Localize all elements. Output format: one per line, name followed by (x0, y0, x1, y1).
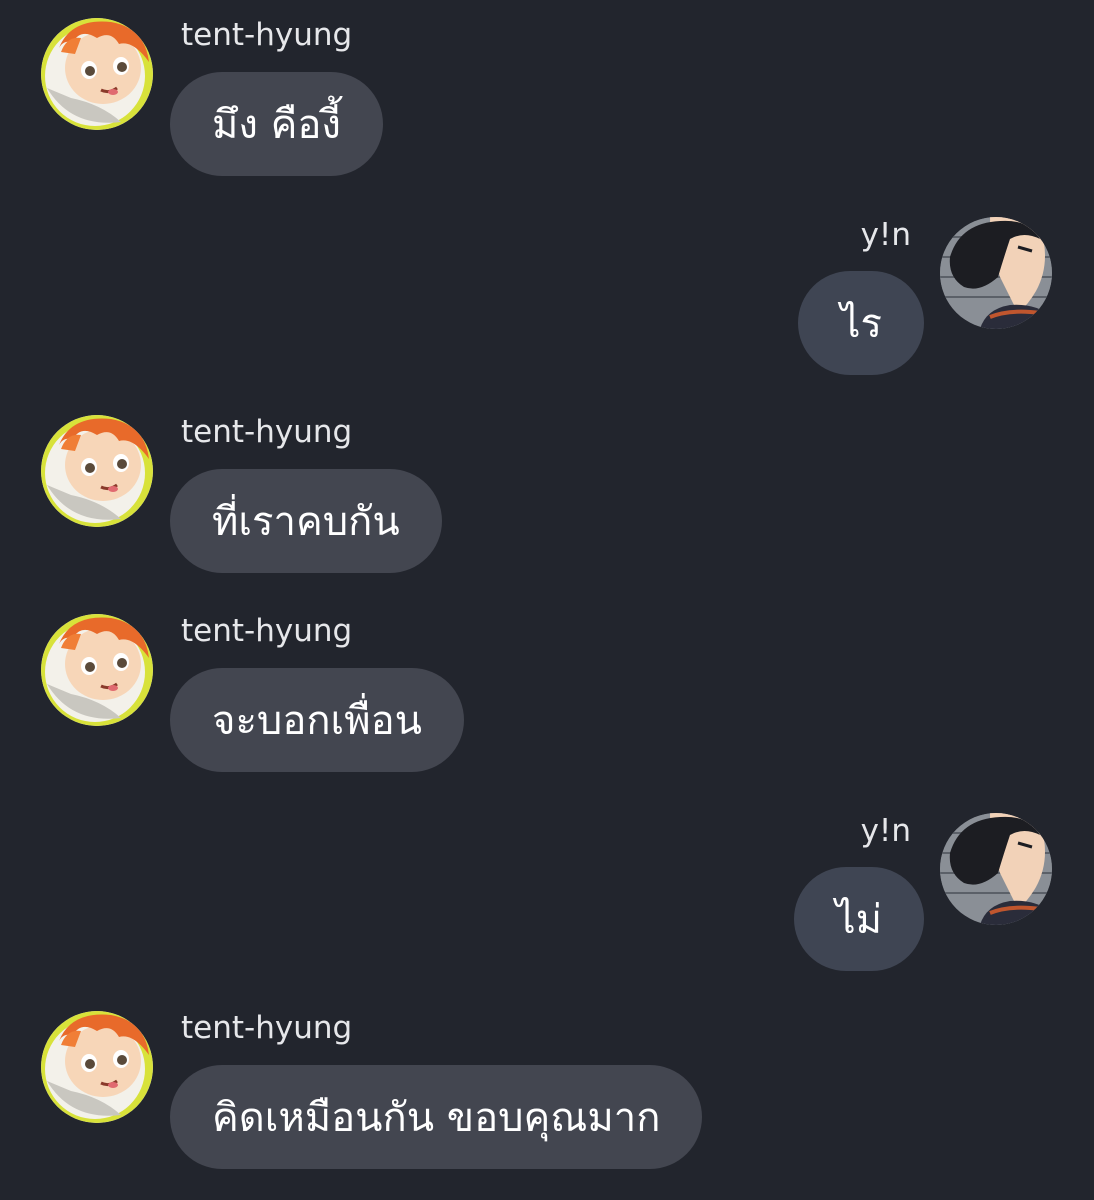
avatar-image (940, 217, 1052, 329)
avatar-tent-hyung[interactable] (41, 1011, 153, 1123)
message-bubble[interactable]: ไม่ (793, 867, 924, 971)
chat-thread: tent-hyung มึง คืองี้ y!n ไร tent-hyung … (0, 0, 1094, 1200)
avatar-yin[interactable] (940, 217, 1052, 329)
sender-name: tent-hyung (181, 1010, 353, 1046)
avatar-tent-hyung[interactable] (41, 614, 153, 726)
sender-name: y!n (860, 217, 911, 253)
avatar-image (41, 1011, 153, 1123)
message-bubble[interactable]: มึง คืองี้ (170, 72, 383, 176)
sender-name: y!n (860, 813, 911, 849)
sender-name: tent-hyung (181, 414, 353, 450)
sender-name: tent-hyung (181, 17, 353, 53)
avatar-yin[interactable] (940, 813, 1052, 925)
message-bubble[interactable]: ไร (798, 271, 924, 375)
avatar-image (41, 415, 153, 527)
avatar-tent-hyung[interactable] (41, 18, 153, 130)
sender-name: tent-hyung (181, 613, 353, 649)
avatar-image (41, 18, 153, 130)
avatar-image (940, 813, 1052, 925)
message-bubble[interactable]: จะบอกเพื่อน (170, 668, 464, 772)
avatar-image (41, 614, 153, 726)
message-bubble[interactable]: คิดเหมือนกัน ขอบคุณมาก (170, 1065, 703, 1169)
avatar-tent-hyung[interactable] (41, 415, 153, 527)
message-bubble[interactable]: ที่เราคบกัน (170, 469, 442, 573)
